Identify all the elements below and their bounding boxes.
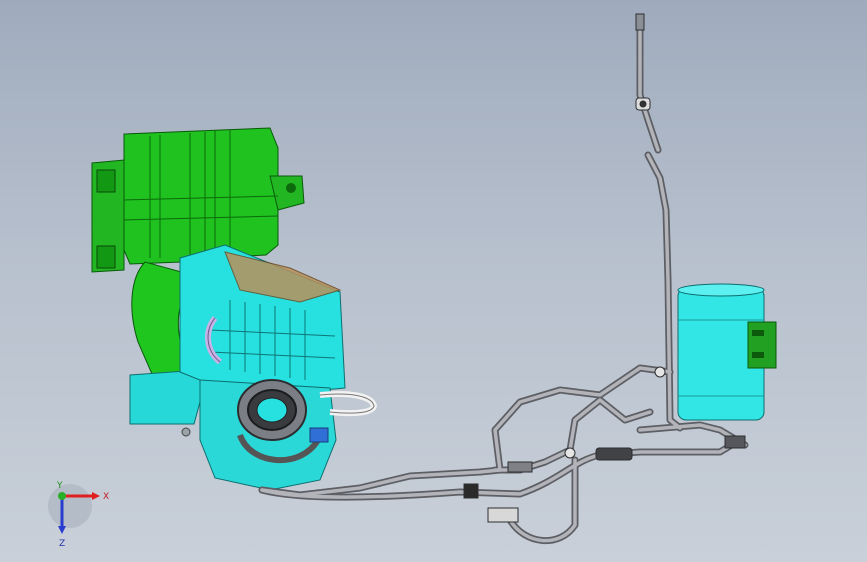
canister-mount-slot-1 — [752, 330, 764, 336]
junction-1 — [564, 447, 576, 459]
triad-z-arrow — [58, 526, 66, 534]
triad-y-label: Y — [56, 481, 63, 491]
throttle-bore — [256, 397, 288, 423]
black-clip-2 — [595, 447, 633, 461]
top-vent-cap — [635, 13, 645, 31]
charcoal-canister[interactable] — [677, 283, 777, 421]
vent-valve-dot — [639, 100, 647, 108]
canister-mount-bracket — [747, 321, 777, 369]
orientation-triad: X Y Z — [48, 481, 109, 549]
canister-mount-slot-2 — [752, 352, 764, 358]
engine-bolt — [181, 427, 191, 437]
vent-line-top — [636, 16, 662, 154]
air-filter-mount-top — [96, 169, 116, 193]
air-filter-main-body — [123, 127, 279, 265]
injector-blue — [309, 427, 329, 443]
triad-z-label: Z — [59, 539, 65, 549]
air-filter-mount-bottom — [96, 245, 116, 269]
triad-y-axis — [58, 492, 66, 500]
t-fitting — [487, 507, 519, 523]
triad-shadow — [48, 484, 92, 528]
triad-x-arrow — [92, 492, 100, 500]
small-valve — [724, 435, 746, 449]
fuel-pipes[interactable] — [258, 16, 749, 544]
canister-top — [677, 283, 765, 297]
cad-viewport[interactable]: X Y Z — [0, 0, 867, 562]
pipe-fittings — [463, 13, 746, 523]
inline-filter — [507, 461, 533, 473]
junction-2 — [654, 366, 666, 378]
engine-crankcase — [129, 369, 201, 425]
black-clip-1 — [463, 483, 479, 499]
air-filter-mount-hole — [286, 183, 296, 193]
triad-x-label: X — [103, 492, 109, 502]
